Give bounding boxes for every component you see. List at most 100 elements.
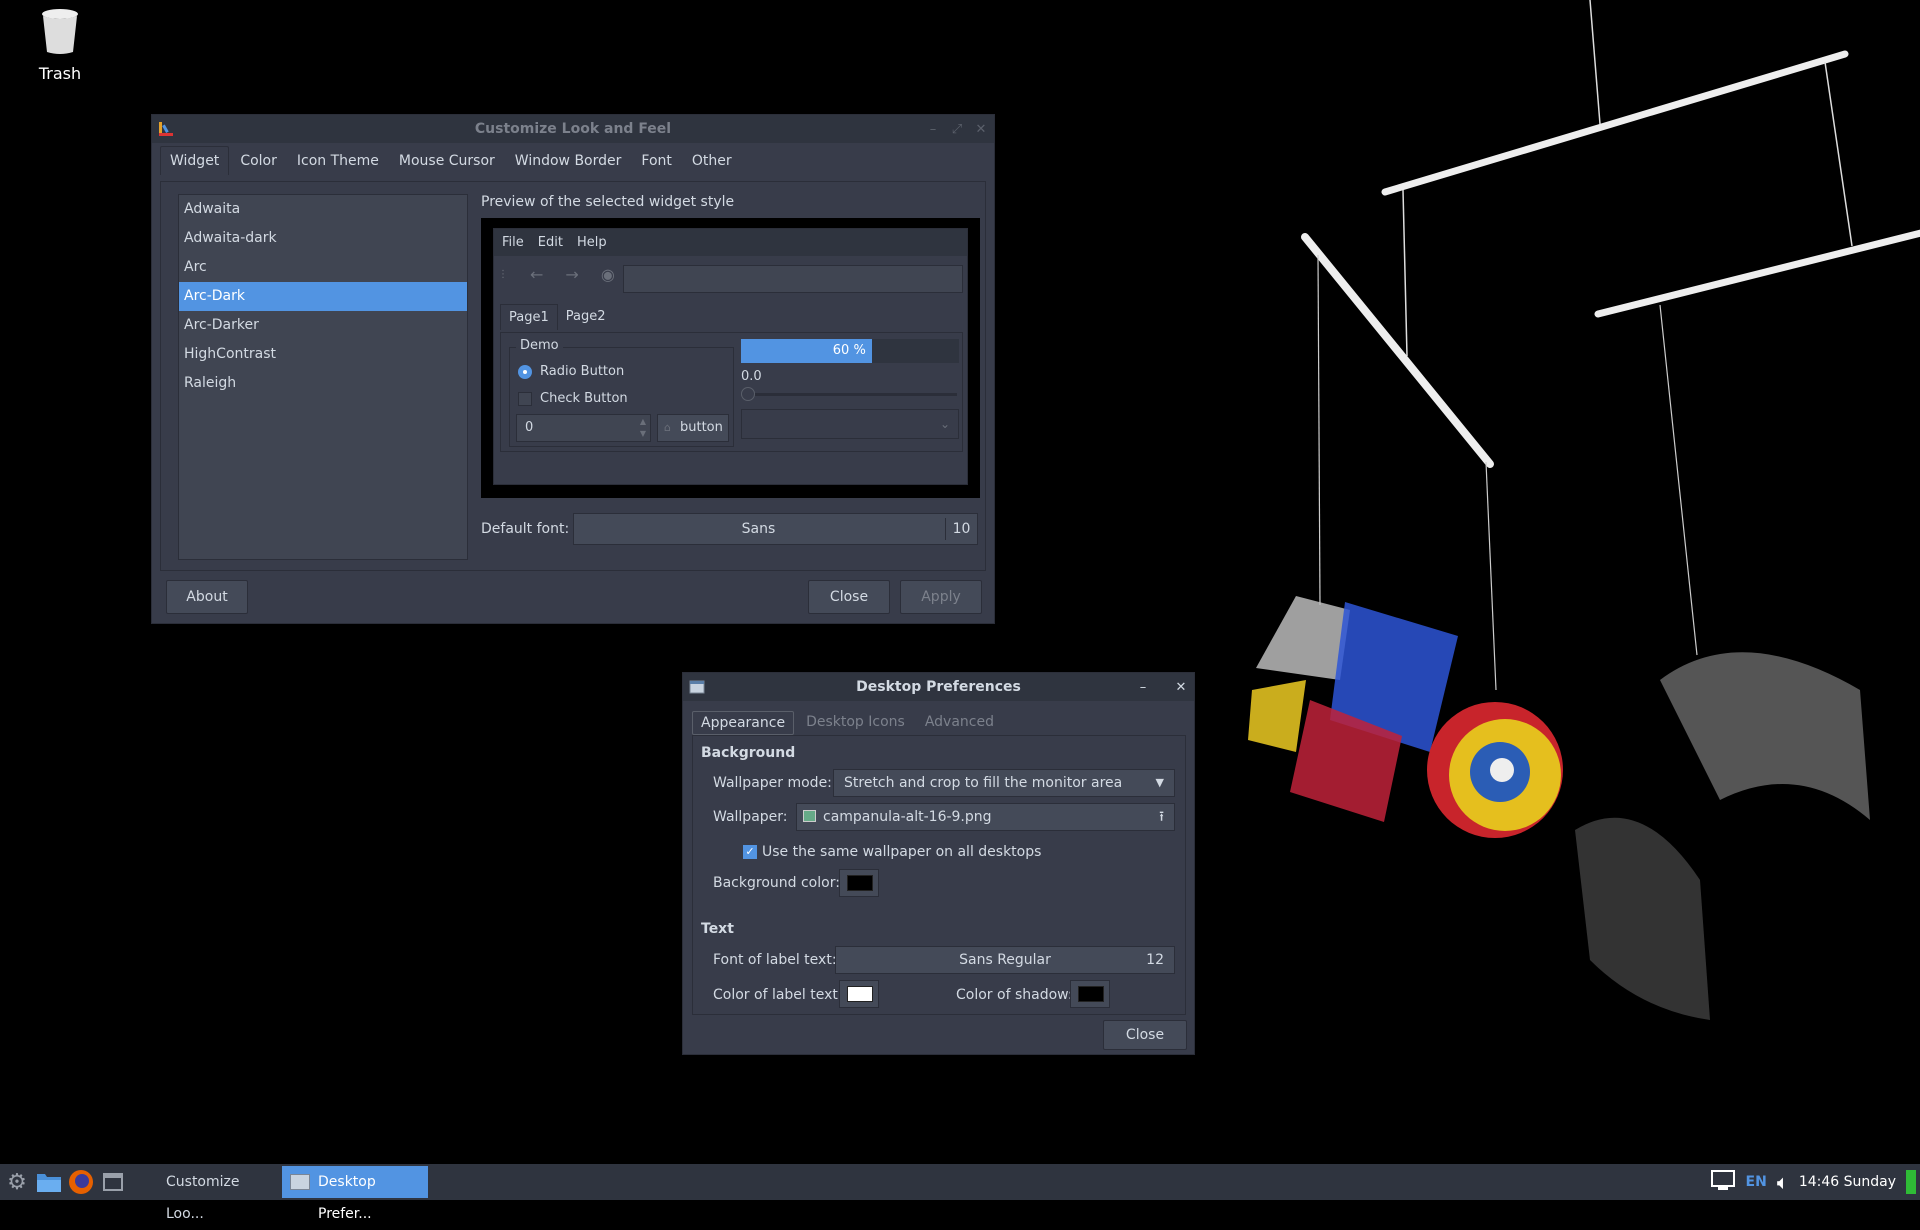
about-button[interactable]: About (166, 580, 248, 614)
radio-label: Radio Button (540, 364, 625, 379)
preview-menu-help[interactable]: Help (577, 235, 607, 250)
wallpaper-file-chooser[interactable]: campanula-alt-16-9.png ⭱ (796, 803, 1175, 831)
preview-combo[interactable]: ⌄ (741, 409, 959, 439)
list-item[interactable]: Arc (179, 253, 467, 282)
maximize-icon[interactable]: ⤢ (950, 122, 964, 137)
desktop-preferences-window: Desktop Preferences – ✕ Appearance Deskt… (682, 672, 1195, 1055)
preview-radio-button[interactable]: Radio Button (518, 364, 624, 379)
preview-label: Preview of the selected widget style (481, 194, 735, 210)
close-button[interactable]: Close (808, 580, 890, 614)
apply-button[interactable]: Apply (900, 580, 982, 614)
bg-color-button[interactable] (839, 869, 879, 897)
preview-entry[interactable] (623, 265, 963, 293)
preview-menu-file[interactable]: File (502, 235, 524, 250)
desktop-icon-label: Trash (38, 64, 82, 83)
tab-window-border[interactable]: Window Border (506, 147, 631, 175)
network-icon[interactable] (1710, 1169, 1736, 1195)
preview-menu-edit[interactable]: Edit (538, 235, 563, 250)
back-icon[interactable]: ← (530, 265, 543, 284)
desktop-icon-trash[interactable]: Trash (28, 8, 92, 83)
list-item[interactable]: HighContrast (179, 340, 467, 369)
taskbar: ⚙ Customize Loo... Desktop Prefer... EN … (0, 1164, 1920, 1222)
preview-check-button[interactable]: Check Button (518, 391, 628, 406)
default-font-button[interactable]: Sans 10 (573, 513, 978, 545)
customize-titlebar[interactable]: Customize Look and Feel – ⤢ ✕ (152, 115, 994, 143)
list-item[interactable]: Arc-Darker (179, 311, 467, 340)
scale-value: 0.0 (741, 369, 762, 384)
maximize-icon[interactable] (1160, 680, 1164, 694)
demo-legend: Demo (516, 338, 563, 353)
same-wallpaper-checkbox[interactable]: ✓ Use the same wallpaper on all desktops (743, 844, 1041, 860)
shadow-color-label: Color of shadow: (956, 987, 1073, 1003)
list-item[interactable]: Adwaita (179, 195, 467, 224)
tab-advanced[interactable]: Advanced (917, 711, 1002, 735)
close-icon[interactable]: ✕ (974, 122, 988, 137)
wallpaper-mobile-art (1248, 0, 1920, 1020)
label-font-button[interactable]: Sans Regular 12 (835, 946, 1175, 974)
forward-icon[interactable]: → (565, 265, 578, 284)
appearance-panel: Background Wallpaper mode: Stretch and c… (692, 735, 1186, 1015)
tab-appearance[interactable]: Appearance (692, 711, 795, 735)
taskbar-item-customize[interactable]: Customize Loo... (132, 1166, 278, 1222)
tab-widget[interactable]: Widget (160, 146, 230, 175)
preview-tab-page1[interactable]: Page1 (500, 304, 558, 330)
preview-slider-knob[interactable] (741, 387, 755, 401)
wallpaper-mode-label: Wallpaper mode: (713, 775, 832, 791)
toolbar-handle-icon: ⋮ (498, 268, 508, 280)
preview-button[interactable]: ⌂ button (657, 414, 729, 442)
battery-icon[interactable] (1906, 1170, 1916, 1194)
minimize-icon[interactable]: – (926, 122, 940, 137)
default-font-label: Default font: (481, 521, 570, 537)
theme-list[interactable]: Adwaita Adwaita-dark Arc Arc-Dark Arc-Da… (178, 194, 468, 560)
wallpaper-mode-select[interactable]: Stretch and crop to fill the monitor are… (833, 769, 1175, 797)
preview-button-label: button (680, 420, 723, 435)
tab-mouse-cursor[interactable]: Mouse Cursor (390, 147, 504, 175)
show-desktop-icon[interactable] (98, 1167, 128, 1197)
tab-desktop-icons[interactable]: Desktop Icons (798, 711, 913, 735)
dropdown-arrow-icon: ▼ (1155, 776, 1164, 789)
preview-tab-page2[interactable]: Page2 (558, 304, 614, 330)
customize-tabs: Widget Color Icon Theme Mouse Cursor Win… (152, 143, 994, 175)
wallpaper-mode-value: Stretch and crop to fill the monitor are… (844, 775, 1123, 791)
list-item-selected[interactable]: Arc-Dark (179, 282, 467, 311)
list-item[interactable]: Raleigh (179, 369, 467, 398)
preview-slider-track[interactable] (747, 393, 957, 396)
tab-color[interactable]: Color (231, 147, 286, 175)
prefs-tabs: Appearance Desktop Icons Advanced (692, 711, 1002, 735)
bg-color-label: Background color: (713, 875, 840, 891)
list-item[interactable]: Adwaita-dark (179, 224, 467, 253)
stop-icon[interactable]: ◉ (601, 265, 615, 284)
desktop: Trash Customize Look and Feel – ⤢ ✕ Widg… (0, 0, 1920, 1164)
label-color-button[interactable] (839, 980, 879, 1008)
shadow-color-button[interactable] (1070, 980, 1110, 1008)
font-label: Font of label text: (713, 952, 837, 968)
system-tray: EN 🔈︎ 14:46 Sunday (1710, 1164, 1920, 1200)
window-title: Customize Look and Feel (474, 121, 672, 137)
same-wallpaper-label: Use the same wallpaper on all desktops (762, 844, 1042, 860)
window-app-icon (290, 1174, 310, 1190)
lock-icon: ⌂ (664, 421, 671, 434)
wallpaper-label: Wallpaper: (713, 809, 788, 825)
upload-icon[interactable]: ⭱ (1159, 804, 1164, 830)
firefox-icon[interactable] (66, 1167, 96, 1197)
tab-other[interactable]: Other (683, 147, 741, 175)
shadow-color-swatch (1078, 986, 1104, 1002)
label-font-size: 12 (1146, 952, 1164, 968)
preview-area: File Edit Help ⋮ ← → ◉ Page1 Page2 Demo … (481, 218, 980, 498)
image-file-icon (803, 810, 816, 822)
taskbar-item-desktop-prefs[interactable]: Desktop Prefer... (282, 1166, 428, 1222)
preview-spin-button[interactable]: 0 ▲ ▼ (516, 414, 651, 442)
close-icon[interactable]: ✕ (1174, 680, 1188, 695)
prefs-titlebar[interactable]: Desktop Preferences – ✕ (683, 673, 1194, 701)
tab-icon-theme[interactable]: Icon Theme (288, 147, 388, 175)
clock[interactable]: 14:46 Sunday (1799, 1174, 1896, 1190)
gear-icon[interactable]: ⚙ (2, 1167, 32, 1197)
prefs-close-button[interactable]: Close (1103, 1020, 1187, 1050)
volume-icon[interactable]: 🔈︎ (1777, 1170, 1789, 1194)
spin-arrows-icon[interactable]: ▲ ▼ (640, 416, 646, 440)
file-manager-icon[interactable] (34, 1167, 64, 1197)
preview-tabs: Page1 Page2 (500, 304, 614, 330)
tab-font[interactable]: Font (632, 147, 680, 175)
minimize-icon[interactable]: – (1136, 680, 1150, 695)
keyboard-layout[interactable]: EN (1746, 1174, 1767, 1190)
